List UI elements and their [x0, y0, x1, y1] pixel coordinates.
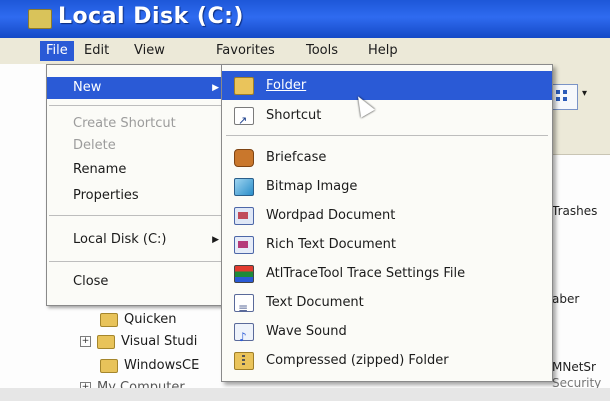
tree-item-quicken[interactable]: Quicken — [100, 312, 177, 327]
new-folder-item[interactable]: Folder — [222, 71, 552, 100]
new-trace-settings-item[interactable]: AtlTraceTool Trace Settings File — [222, 259, 552, 288]
bottom-strip — [0, 388, 610, 401]
new-rtf-item[interactable]: Rich Text Document — [222, 230, 552, 259]
folder-icon — [100, 312, 118, 327]
right-pane-item-aber[interactable]: aber — [552, 292, 579, 306]
menu-item-label: Folder — [266, 78, 307, 93]
tree-item-label: WindowsCE — [124, 358, 200, 373]
window-titlebar: Local Disk (C:) — [0, 0, 610, 38]
new-wordpad-item[interactable]: Wordpad Document — [222, 201, 552, 230]
tree-item-visual-studio[interactable]: + Visual Studi — [80, 334, 197, 349]
menu-item-label: Shortcut — [266, 108, 322, 123]
menu-item-label: Bitmap Image — [266, 179, 358, 194]
file-menu-delete[interactable]: Delete — [47, 135, 227, 157]
submenu-arrow-icon: ▶ — [212, 235, 219, 245]
menu-tools[interactable]: Tools — [300, 41, 344, 61]
file-menu-local-disk[interactable]: Local Disk (C:) ▶ — [47, 229, 227, 251]
tree-item-windowsce[interactable]: WindowsCE — [100, 358, 199, 373]
menu-help[interactable]: Help — [362, 41, 404, 61]
views-button[interactable] — [550, 84, 578, 110]
new-briefcase-item[interactable]: Briefcase — [222, 143, 552, 172]
right-pane-item-mnetsr[interactable]: MNetSr — [552, 360, 596, 374]
folder-icon — [100, 358, 118, 373]
new-submenu: Folder Shortcut Briefcase Bitmap Image W… — [221, 64, 553, 382]
menu-separator — [49, 261, 225, 262]
wave-sound-icon — [234, 323, 254, 352]
menu-separator — [226, 135, 548, 136]
expand-icon[interactable]: + — [80, 336, 91, 347]
new-text-document-item[interactable]: Text Document — [222, 288, 552, 323]
file-menu-create-shortcut[interactable]: Create Shortcut — [47, 113, 227, 135]
window-title: Local Disk (C:) — [58, 4, 244, 29]
new-bitmap-item[interactable]: Bitmap Image — [222, 172, 552, 201]
zip-folder-icon — [234, 352, 254, 370]
menu-item-label: AtlTraceTool Trace Settings File — [266, 266, 466, 281]
rtf-icon — [234, 236, 254, 254]
menu-item-label: Rich Text Document — [266, 237, 396, 252]
briefcase-icon — [234, 149, 254, 167]
submenu-arrow-icon: ▶ — [212, 83, 219, 93]
folder-icon — [97, 334, 115, 349]
right-pane-item-trashes[interactable]: Trashes — [552, 204, 597, 218]
trace-settings-icon — [234, 265, 254, 283]
file-menu-new[interactable]: New ▶ — [47, 77, 227, 99]
menu-edit[interactable]: Edit — [78, 41, 115, 61]
drive-icon — [28, 9, 52, 29]
menu-item-label: Wordpad Document — [266, 208, 396, 223]
bitmap-icon — [234, 178, 254, 196]
tree-item-label: Quicken — [124, 312, 177, 327]
file-menu-rename[interactable]: Rename — [47, 159, 227, 181]
chevron-down-icon[interactable]: ▾ — [582, 88, 587, 99]
menu-item-label: Briefcase — [266, 150, 327, 165]
menu-item-label: New — [73, 80, 102, 95]
new-zip-folder-item[interactable]: Compressed (zipped) Folder — [222, 346, 552, 375]
text-document-icon — [234, 294, 254, 323]
file-menu-close[interactable]: Close — [47, 271, 227, 293]
menu-separator — [49, 105, 225, 106]
menu-file[interactable]: File — [40, 41, 74, 61]
menu-item-label: Wave Sound — [266, 324, 347, 339]
menu-item-label: Local Disk (C:) — [73, 232, 167, 247]
menu-bar: File Edit View Favorites Tools Help — [0, 38, 610, 65]
menu-separator — [49, 215, 225, 216]
tree-item-label: Visual Studi — [121, 334, 198, 349]
file-menu: New ▶ Create Shortcut Delete Rename Prop… — [46, 64, 228, 306]
menu-item-label: Compressed (zipped) Folder — [266, 353, 449, 368]
shortcut-icon — [234, 106, 254, 135]
new-wave-sound-item[interactable]: Wave Sound — [222, 317, 552, 352]
file-menu-properties[interactable]: Properties — [47, 185, 227, 207]
new-shortcut-item[interactable]: Shortcut — [222, 101, 552, 135]
menu-favorites[interactable]: Favorites — [210, 41, 281, 61]
menu-view[interactable]: View — [128, 41, 171, 61]
menu-item-label: Text Document — [266, 295, 364, 310]
folder-icon — [234, 77, 254, 95]
wordpad-icon — [234, 207, 254, 225]
